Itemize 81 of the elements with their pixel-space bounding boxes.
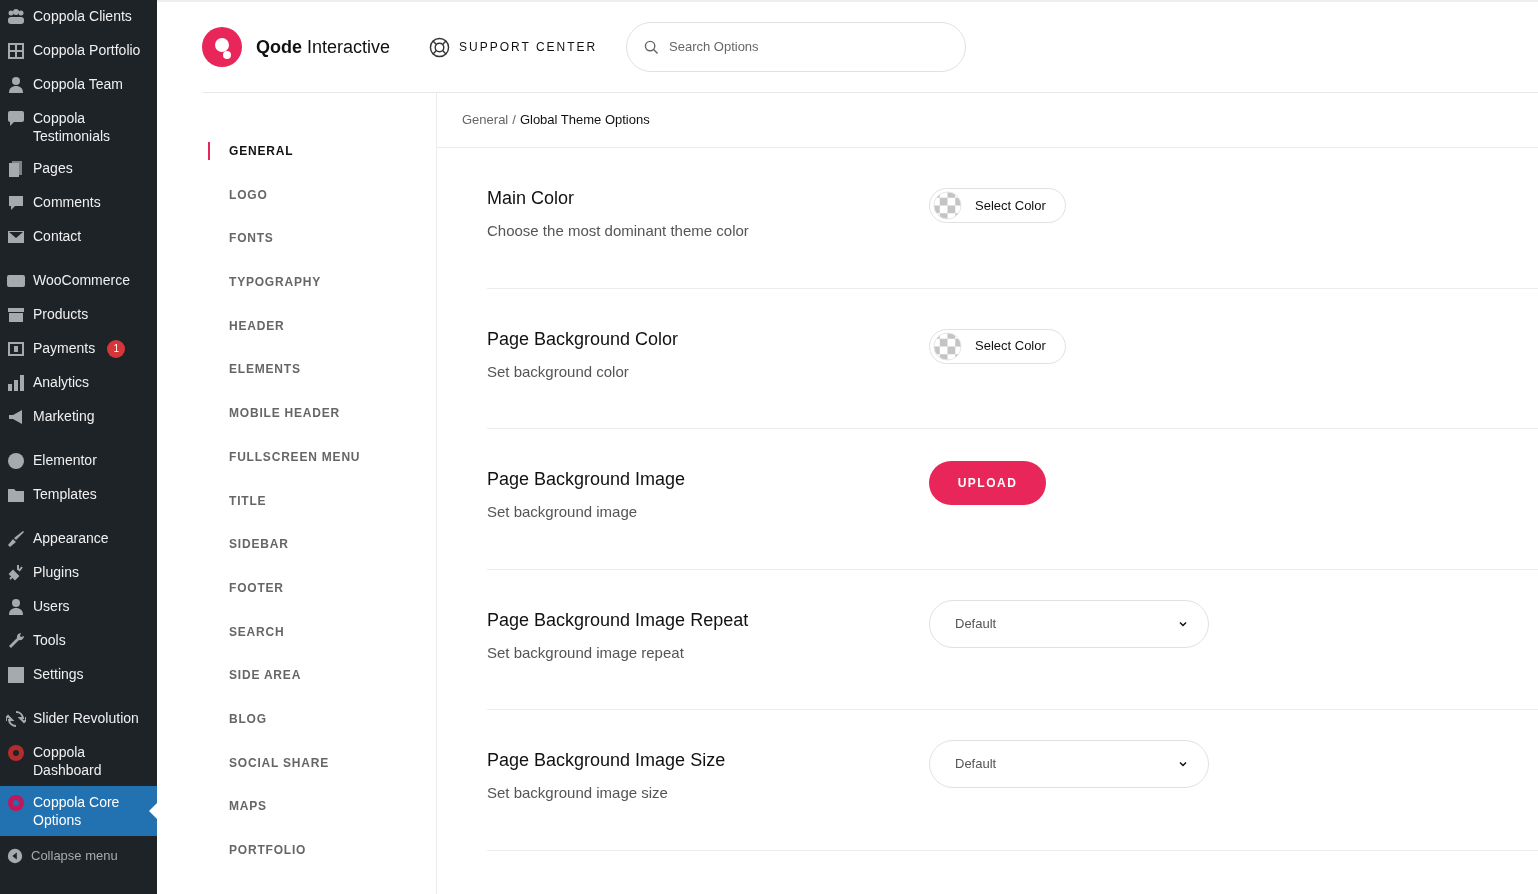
- settings-nav-item[interactable]: SOCIAL SHARE: [210, 752, 436, 797]
- admin-menu-item[interactable]: Payments 1: [0, 332, 157, 366]
- settings-nav-item[interactable]: BLOG: [210, 708, 436, 753]
- option-description: Set background color: [487, 361, 630, 382]
- admin-menu-item[interactable]: Comments: [0, 186, 157, 220]
- admin-menu-item[interactable]: Contact: [0, 220, 157, 254]
- chevron-down-icon: [1178, 759, 1188, 769]
- option-title: Page Background Image: [487, 468, 687, 491]
- grid-icon: [6, 41, 26, 61]
- person-icon: [6, 75, 26, 95]
- search-field[interactable]: Search Options: [626, 22, 966, 72]
- admin-menu-item[interactable]: Coppola Team: [0, 68, 157, 102]
- settings-nav-item[interactable]: GENERAL: [210, 141, 436, 185]
- option-description: Set background image size: [487, 783, 669, 803]
- settings-nav-item[interactable]: FONTS: [210, 228, 436, 273]
- transparent-swatch-icon: [932, 330, 963, 362]
- admin-menu-item[interactable]: Elementor: [0, 444, 157, 478]
- logo-icon: [202, 27, 242, 67]
- admin-menu-item[interactable]: Coppola Clients: [0, 0, 157, 34]
- people-icon: [6, 7, 26, 27]
- settings-nav-item[interactable]: PORTFOLIO: [210, 840, 436, 884]
- admin-menu-item[interactable]: Pages: [0, 152, 157, 186]
- search-input[interactable]: Search Options: [669, 37, 929, 57]
- settings-nav-item[interactable]: TITLE: [210, 490, 436, 535]
- upload-button[interactable]: UPLOAD: [929, 461, 1046, 505]
- option-description: Set background image repeat: [487, 642, 685, 663]
- admin-menu-item[interactable]: Coppola Portfolio: [0, 34, 157, 68]
- archive-icon: [6, 305, 26, 325]
- brand-name: Qode Interactive: [256, 35, 391, 59]
- settings-nav-item[interactable]: FULLSCREEN MENU: [210, 446, 436, 491]
- collapse-menu-button[interactable]: Collapse menu: [0, 838, 157, 874]
- admin-menu-item[interactable]: Settings: [0, 658, 157, 692]
- option-description: Set background image: [487, 502, 639, 522]
- option-description: Choose the most dominant theme color: [487, 221, 750, 241]
- admin-menu-item[interactable]: WooCommerce: [0, 264, 157, 298]
- admin-menu-item[interactable]: Templates: [0, 478, 157, 512]
- breadcrumb-link[interactable]: General: [462, 110, 509, 130]
- breadcrumb-current: Global Theme Options: [519, 111, 650, 130]
- admin-menu-item[interactable]: Appearance: [0, 522, 157, 556]
- settings-nav-item[interactable]: FOOTER: [210, 577, 436, 622]
- breadcrumb-separator: /: [512, 111, 516, 130]
- admin-menu-item[interactable]: Coppola Dashboard: [0, 736, 157, 786]
- option-title: Page Background Image Repeat: [487, 608, 750, 632]
- settings-nav-item[interactable]: SIDEBAR: [210, 534, 436, 578]
- search-icon: [644, 39, 659, 55]
- plug-icon: [6, 563, 26, 583]
- settings-nav-item[interactable]: MAPS: [210, 796, 436, 840]
- ring-icon: [6, 743, 26, 763]
- option-title: Page Background Image Size: [487, 749, 727, 772]
- admin-menu-item[interactable]: Analytics: [0, 366, 157, 400]
- admin-menu-item[interactable]: Products: [0, 298, 157, 332]
- settings-nav-item[interactable]: ELEMENTS: [210, 359, 436, 404]
- person-icon: [6, 597, 26, 617]
- admin-menu-item[interactable]: Marketing: [0, 400, 157, 434]
- left-arrow-circle-icon: [6, 846, 24, 865]
- admin-menu-item[interactable]: Coppola Testimonials: [0, 102, 157, 152]
- transparent-swatch-icon: [932, 190, 963, 221]
- refresh-icon: [6, 709, 26, 729]
- lifebuoy-icon: [429, 36, 450, 58]
- paintbrush-icon: [6, 529, 26, 549]
- menu-pointer-icon: [149, 803, 157, 819]
- admin-menu-item[interactable]: Slider Revolution: [0, 702, 157, 736]
- settings-nav-item[interactable]: HEADER: [210, 315, 436, 360]
- settings-nav-item[interactable]: SEARCH: [210, 621, 436, 666]
- admin-menu-item[interactable]: Users: [0, 590, 157, 624]
- settings-nav-item[interactable]: MOBILE HEADER: [210, 403, 436, 447]
- speech-bubble-icon: [6, 193, 26, 213]
- settings-nav-item[interactable]: TYPOGRAPHY: [210, 272, 436, 316]
- admin-menu-item[interactable]: Coppola Core Options: [0, 786, 157, 836]
- option-title: Main Color: [487, 187, 576, 210]
- bar-chart-icon: [6, 373, 26, 393]
- notification-count: 1: [107, 340, 126, 358]
- settings-nav-item[interactable]: LOGO: [210, 184, 436, 229]
- settings-nav-item[interactable]: SIDE AREA: [210, 665, 436, 709]
- admin-menu-item[interactable]: Plugins: [0, 556, 157, 590]
- support-center-link[interactable]: SUPPORT CENTER: [429, 36, 626, 58]
- ring-icon: [6, 793, 26, 813]
- option-title: Page Background Color: [487, 327, 680, 351]
- admin-menu-item[interactable]: Tools: [0, 624, 157, 658]
- dollar-card-icon: [6, 339, 26, 359]
- speech-bubble-icon: [6, 109, 26, 129]
